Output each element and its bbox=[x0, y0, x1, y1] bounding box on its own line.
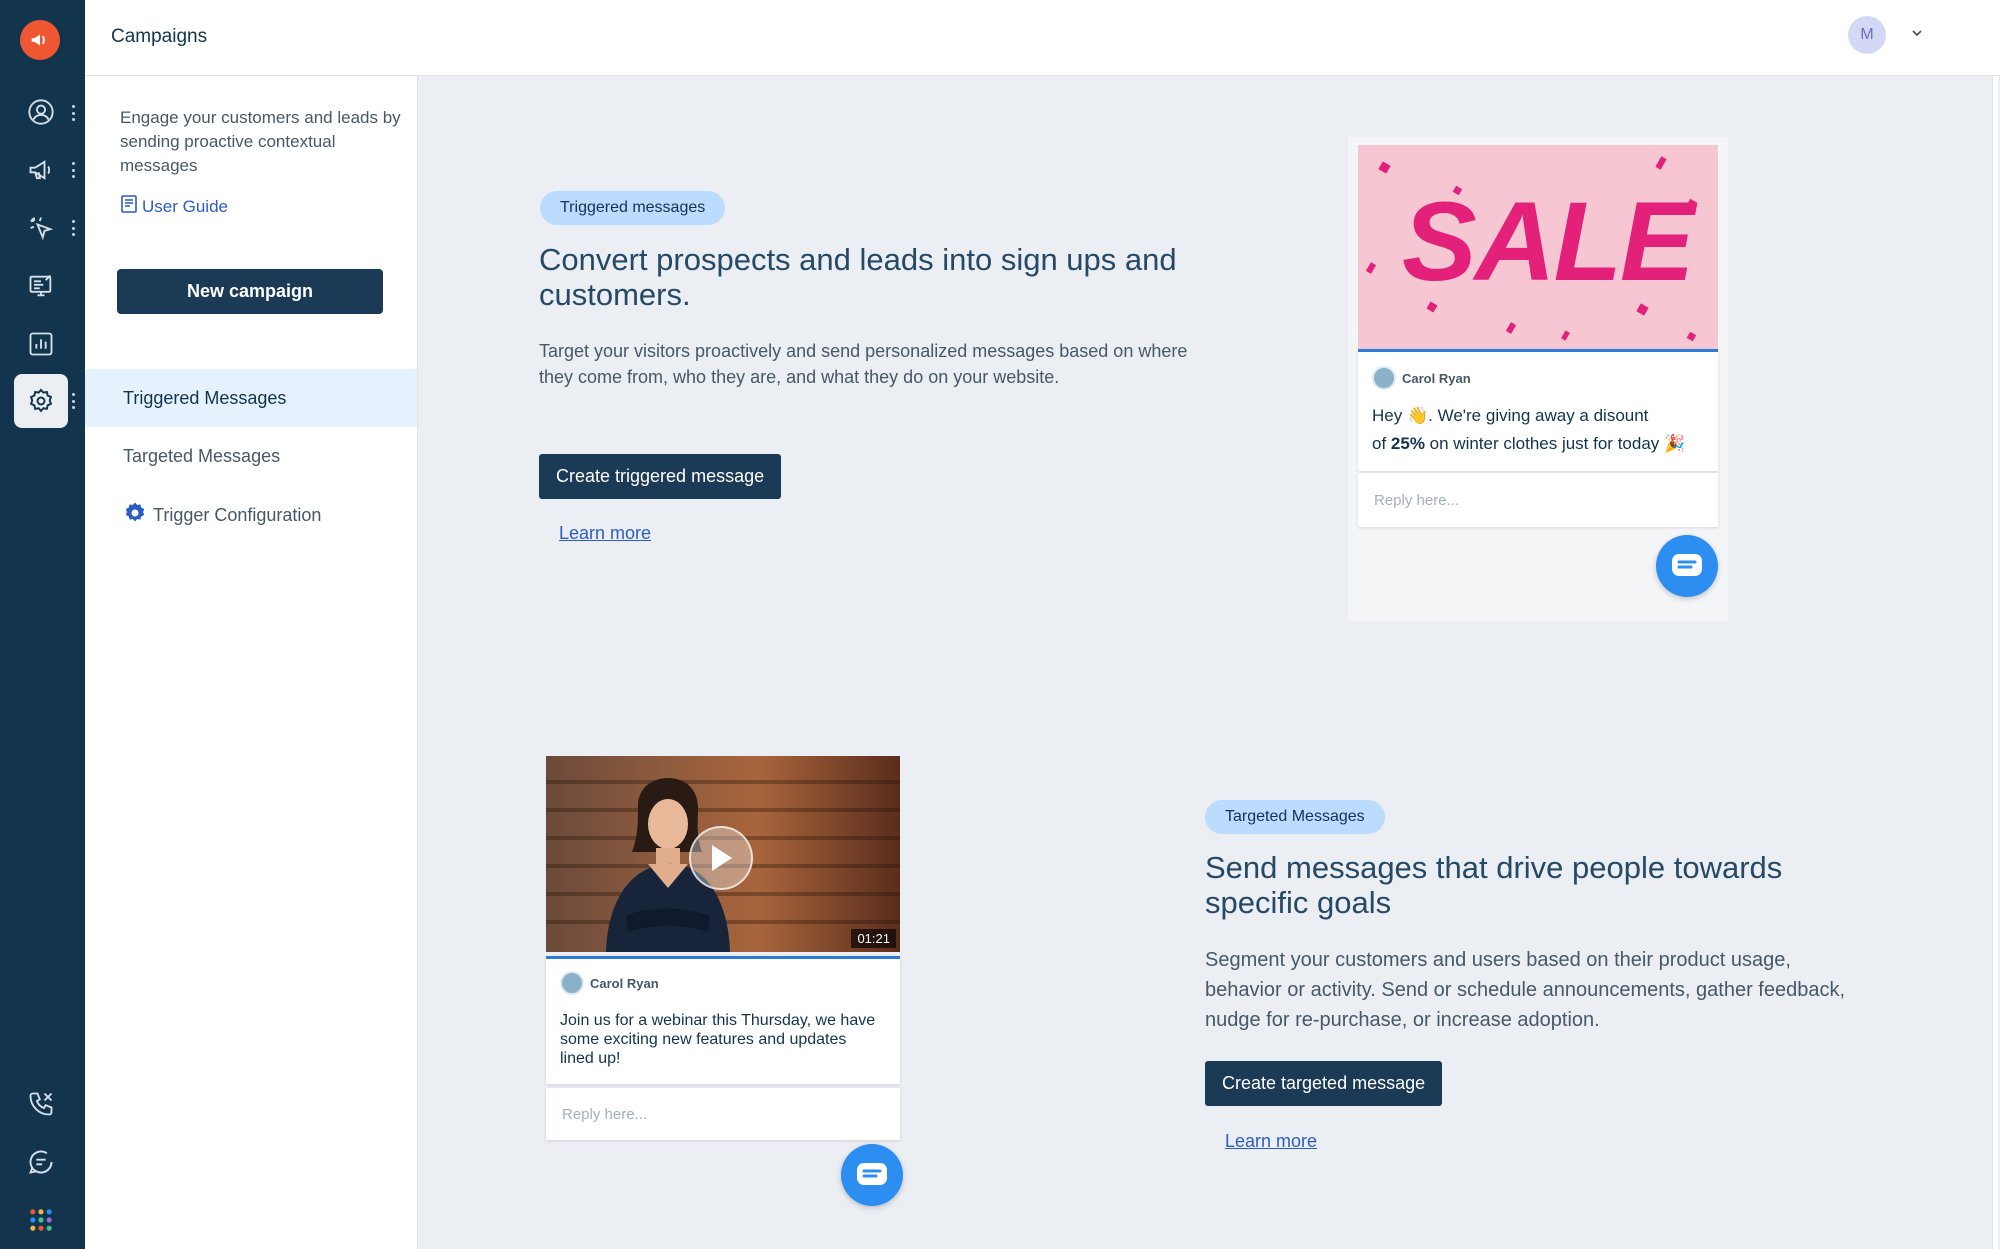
triggered-description: Target your visitors proactively and sen… bbox=[539, 341, 1188, 387]
sidebar-item-label: Triggered Messages bbox=[123, 387, 287, 408]
contacts-more-icon[interactable] bbox=[72, 105, 76, 121]
reply-input[interactable]: Reply here... bbox=[1358, 473, 1718, 527]
sender: Carol Ryan bbox=[560, 971, 659, 995]
top-bar: Campaigns M bbox=[85, 0, 2000, 76]
user-guide-label: User Guide bbox=[142, 196, 228, 216]
app-rail bbox=[0, 0, 85, 1249]
targeted-messages-pill: Targeted Messages bbox=[1205, 800, 1385, 834]
chat-widget-icon[interactable] bbox=[841, 1144, 903, 1206]
chat-widget-icon[interactable] bbox=[1656, 535, 1718, 597]
sale-banner-image: SALE bbox=[1358, 145, 1718, 350]
sidebar-item-triggered-messages[interactable]: Triggered Messages bbox=[85, 369, 417, 427]
sender-avatar bbox=[1372, 366, 1396, 390]
sale-text: SALE bbox=[1402, 179, 1695, 304]
phone-icon[interactable] bbox=[14, 1077, 68, 1131]
sidebar-item-trigger-configuration[interactable]: Trigger Configuration bbox=[85, 486, 417, 544]
sender: Carol Ryan bbox=[1372, 366, 1471, 390]
settings-icon[interactable] bbox=[14, 374, 68, 428]
sender-avatar bbox=[560, 971, 584, 995]
sidebar-item-targeted-messages[interactable]: Targeted Messages bbox=[85, 427, 417, 485]
video-duration: 01:21 bbox=[851, 929, 896, 948]
new-campaign-button[interactable]: New campaign bbox=[117, 269, 383, 314]
sender-name: Carol Ryan bbox=[1402, 370, 1471, 386]
triggered-learn-more-link[interactable]: Learn more bbox=[559, 523, 651, 544]
avatar[interactable]: M bbox=[1848, 16, 1886, 54]
wave-emoji-icon: 👋 bbox=[1406, 406, 1429, 425]
scrollbar[interactable] bbox=[1990, 76, 2000, 1249]
message-text: Hey 👋. We're giving away a disount of 25… bbox=[1372, 406, 1686, 453]
triggered-messages-pill: Triggered messages bbox=[540, 191, 726, 225]
reports-icon[interactable] bbox=[14, 317, 68, 371]
targeted-description: Segment your customers and users based o… bbox=[1205, 949, 1846, 1031]
gear-icon bbox=[123, 501, 147, 530]
forms-icon[interactable] bbox=[14, 259, 68, 313]
campaigns-sidebar: Engage your customers and leads by sendi… bbox=[85, 76, 418, 1249]
megaphone-logo-icon[interactable] bbox=[20, 20, 60, 60]
settings-more-icon[interactable] bbox=[72, 393, 76, 409]
book-icon bbox=[120, 194, 138, 219]
create-targeted-message-button[interactable]: Create targeted message bbox=[1205, 1061, 1443, 1106]
play-icon[interactable] bbox=[689, 826, 753, 890]
message-text: Join us for a webinar this Thursday, we … bbox=[560, 1012, 876, 1067]
contacts-icon[interactable] bbox=[14, 85, 68, 139]
campaigns-icon[interactable] bbox=[14, 143, 68, 197]
targeted-learn-more-link[interactable]: Learn more bbox=[1225, 1131, 1317, 1152]
page-title: Campaigns bbox=[111, 26, 208, 47]
user-guide-link[interactable]: User Guide bbox=[120, 194, 228, 219]
sender-name: Carol Ryan bbox=[590, 975, 659, 991]
app-grid-icon[interactable] bbox=[14, 1193, 68, 1247]
webinar-message-card: Carol Ryan Join us for a webinar this Th… bbox=[546, 956, 900, 1084]
sidebar-item-label: Trigger Configuration bbox=[153, 504, 322, 525]
targeted-heading: Send messages that drive people towards … bbox=[1205, 850, 1783, 920]
reply-input[interactable]: Reply here... bbox=[546, 1088, 900, 1140]
create-triggered-message-button[interactable]: Create triggered message bbox=[539, 454, 782, 499]
campaigns-more-icon[interactable] bbox=[72, 162, 76, 178]
chevron-down-icon[interactable] bbox=[1910, 26, 1924, 45]
message-card: Carol Ryan Hey 👋. We're giving away a di… bbox=[1358, 349, 1718, 471]
click-icon[interactable] bbox=[14, 201, 68, 255]
chat-icon[interactable] bbox=[14, 1135, 68, 1189]
sidebar-description: Engage your customers and leads by sendi… bbox=[120, 108, 401, 175]
click-more-icon[interactable] bbox=[72, 220, 76, 236]
triggered-message-preview: SALE Carol Ryan Hey 👋. We're giving away… bbox=[1348, 137, 1728, 621]
party-emoji-icon: 🎉 bbox=[1664, 434, 1686, 453]
sidebar-item-label: Targeted Messages bbox=[123, 445, 281, 466]
triggered-heading: Convert prospects and leads into sign up… bbox=[539, 242, 1177, 312]
webinar-video-thumbnail[interactable]: 01:21 bbox=[546, 756, 900, 952]
